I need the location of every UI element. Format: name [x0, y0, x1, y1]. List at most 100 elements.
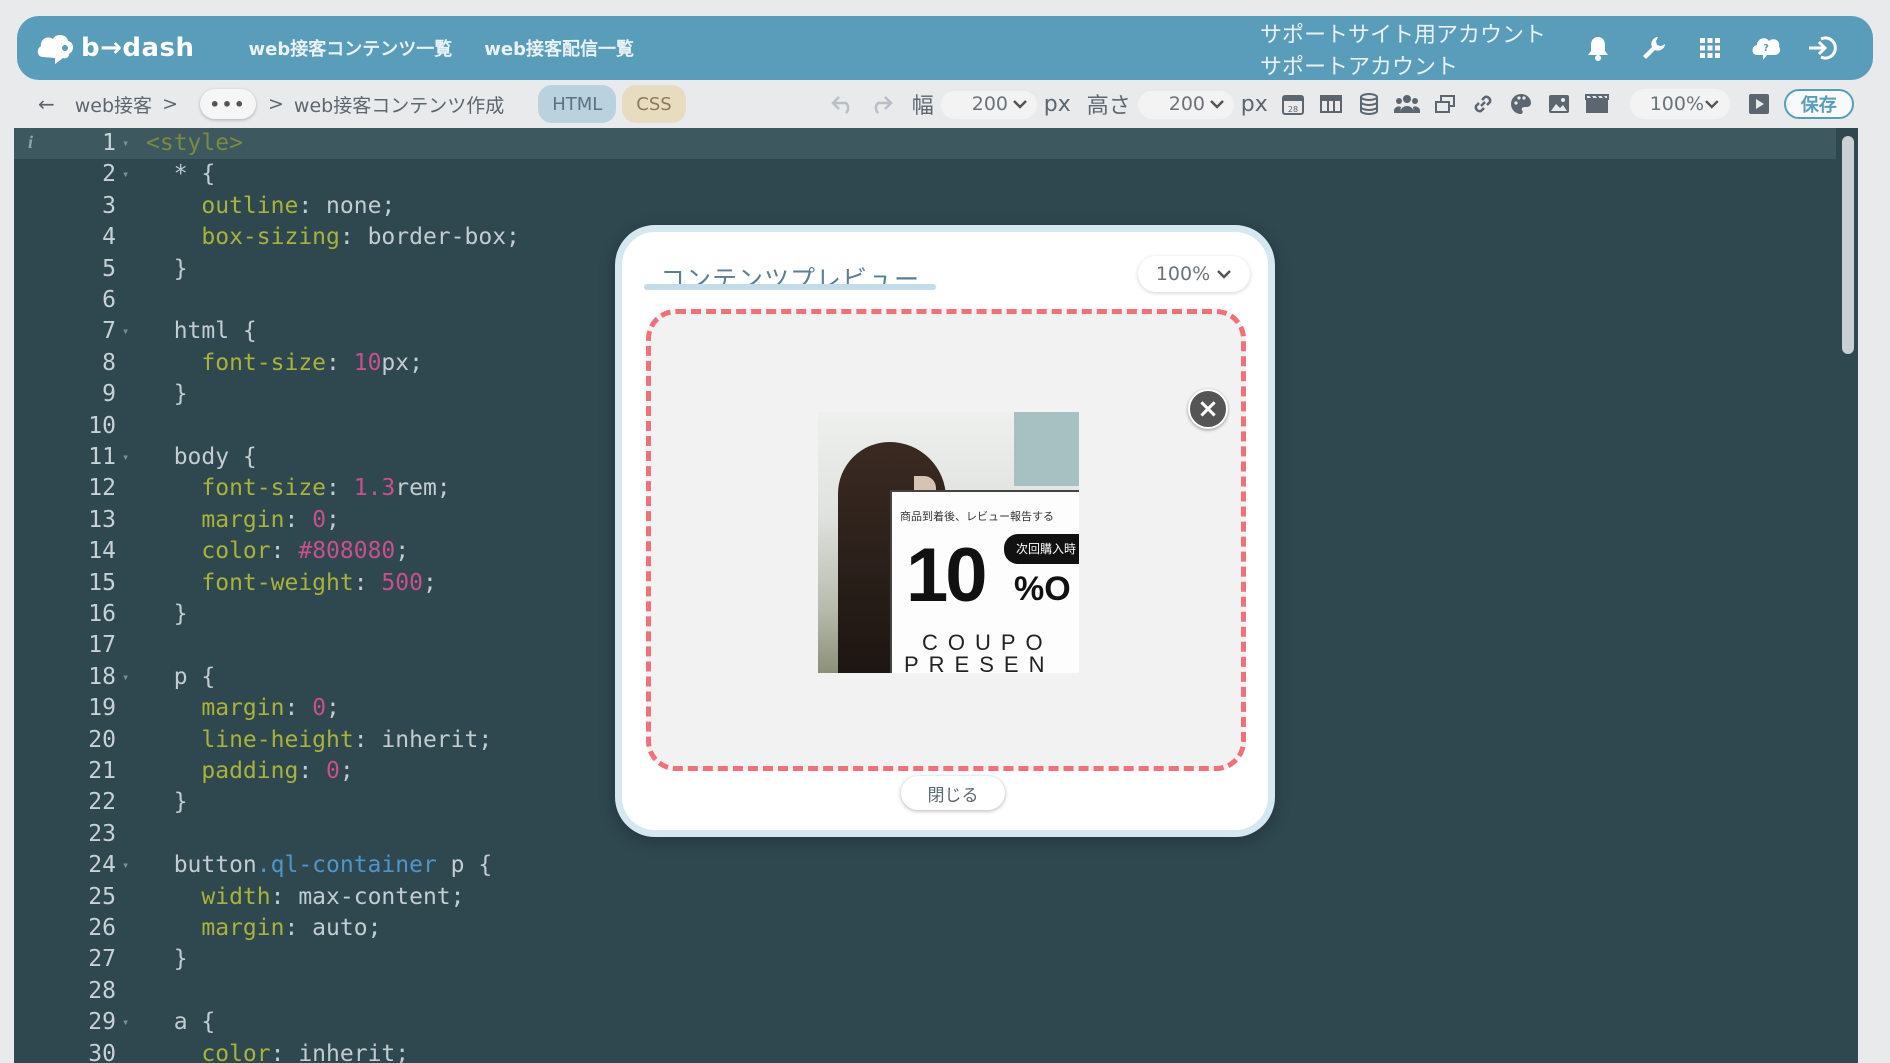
app-header: b→dash web接客コンテンツ一覧 web接客配信一覧 サポートサイト用アカ… — [17, 16, 1873, 80]
wrench-icon[interactable] — [1639, 33, 1669, 63]
fold-arrow-icon[interactable]: ▾ — [122, 442, 129, 473]
chevron-down-icon — [1705, 100, 1719, 109]
close-button[interactable]: 閉じる — [901, 776, 1005, 810]
fold-arrow-icon[interactable]: ▾ — [122, 1007, 129, 1038]
database-icon[interactable] — [1356, 91, 1382, 117]
line-number: 24 — [88, 852, 116, 879]
line-number: 26 — [88, 915, 116, 941]
code-text: } — [146, 946, 188, 973]
header-icons: ? — [1557, 16, 1837, 80]
preview-play-icon[interactable] — [1746, 91, 1772, 117]
close-icon[interactable]: × — [1188, 389, 1228, 429]
height-input[interactable]: 200 — [1136, 89, 1235, 119]
code-text: padding: 0; — [201, 758, 354, 784]
modal-zoom-select[interactable]: 100% — [1138, 256, 1250, 292]
code-text: * { — [146, 161, 216, 188]
line-number: 27 — [88, 946, 116, 973]
undo-icon[interactable] — [830, 91, 856, 117]
redo-icon[interactable] — [868, 91, 894, 117]
breadcrumb-more-button[interactable]: ••• — [199, 89, 256, 119]
fold-arrow-icon[interactable]: ▾ — [122, 850, 129, 881]
breadcrumb-current: web接客コンテンツ作成 — [293, 94, 505, 117]
link-icon[interactable] — [1470, 91, 1496, 117]
palette-icon[interactable] — [1508, 91, 1534, 117]
tab-css[interactable]: CSS — [622, 85, 686, 123]
fold-arrow-icon[interactable]: ▾ — [122, 128, 129, 159]
line-number: 30 — [88, 1040, 116, 1063]
line-number: 11 — [88, 444, 116, 470]
save-button[interactable]: 保存 — [1783, 89, 1854, 119]
code-line[interactable]: 26 margin: auto; — [14, 913, 1858, 944]
fold-arrow-icon[interactable]: ▾ — [122, 662, 129, 693]
code-line[interactable]: 1 ▾ <style> — [14, 128, 1858, 159]
calendar-icon[interactable]: 28 — [1280, 91, 1306, 117]
zoom-select[interactable]: 100% — [1629, 89, 1730, 119]
chevron-down-icon — [1012, 100, 1027, 109]
right-edge — [1874, 128, 1890, 1063]
editor-scrollbar[interactable] — [1836, 128, 1858, 1063]
breadcrumb-root[interactable]: web接客 — [75, 91, 152, 118]
code-text: } — [146, 789, 188, 816]
width-label: 幅 — [911, 94, 934, 119]
tab-html[interactable]: HTML — [538, 85, 617, 123]
fold-arrow-icon[interactable]: ▾ — [122, 316, 129, 347]
users-icon[interactable] — [1393, 91, 1420, 117]
svg-text:28: 28 — [1288, 105, 1298, 114]
line-number: 13 — [88, 506, 116, 533]
code-line[interactable]: 28 — [14, 976, 1858, 1007]
code-line[interactable]: 3 outline: none; — [14, 191, 1858, 222]
code-text: font-weight: 500; — [201, 569, 437, 596]
help-icon[interactable]: ? — [1751, 33, 1781, 63]
banner-present-text: PRESEN — [904, 652, 1055, 673]
code-text: button.ql-container p { — [146, 852, 493, 879]
line-number: 4 — [102, 224, 116, 251]
banner-small-text: 商品到着後、レビュー報告する — [900, 510, 1054, 523]
height-unit: px — [1240, 91, 1268, 117]
banner-big-number: 10 — [906, 533, 988, 618]
modal-title: コンテンツプレビュー — [660, 265, 921, 294]
window-icon[interactable] — [1432, 91, 1458, 117]
code-line[interactable]: 2 ▾ * { — [14, 159, 1858, 190]
coupon-banner-image: 商品到着後、レビュー報告する 次回購入時 10 %O COUPO PRESEN — [818, 412, 1079, 673]
code-text: } — [146, 601, 188, 627]
nav-web-content-list[interactable]: web接客コンテンツ一覧 — [249, 35, 453, 61]
code-line[interactable]: 27 } — [14, 944, 1858, 975]
image-icon[interactable] — [1546, 91, 1572, 117]
width-input[interactable]: 200 — [939, 89, 1038, 119]
line-number: 17 — [88, 632, 116, 659]
video-icon[interactable] — [1584, 91, 1610, 117]
logo[interactable]: b→dash — [35, 31, 195, 65]
line-number: 16 — [88, 601, 116, 627]
toolbar: ← web接客 > ••• > web接客コンテンツ作成 HTML CSS 幅 … — [10, 82, 1880, 126]
line-number: 21 — [88, 758, 116, 784]
grid-icon[interactable] — [1695, 33, 1725, 63]
code-text: color: #808080; — [201, 538, 410, 565]
code-line[interactable]: 24 ▾ button.ql-container p { — [14, 850, 1858, 881]
svg-text:?: ? — [1763, 43, 1769, 54]
banner-teal-block — [1014, 412, 1079, 486]
width-unit: px — [1043, 91, 1071, 117]
code-text: } — [146, 255, 188, 282]
code-text: color: inherit; — [201, 1040, 410, 1063]
code-line[interactable]: 30 color: inherit; — [14, 1039, 1858, 1063]
title-underline — [644, 284, 936, 290]
zoom-value: 100% — [1649, 93, 1705, 115]
back-arrow-icon[interactable]: ← — [38, 92, 55, 116]
line-number: 19 — [88, 695, 116, 722]
content-preview-modal: コンテンツプレビュー 100% 商品到着後、レビュー報告する 次回購入時 10 … — [615, 225, 1275, 837]
logout-icon[interactable] — [1807, 33, 1837, 63]
account-info[interactable]: サポートサイト用アカウント サポートアカウント — [1260, 20, 1546, 84]
modal-zoom-value: 100% — [1155, 263, 1211, 285]
banner-percent-text: %O — [1014, 570, 1071, 608]
nav-web-delivery-list[interactable]: web接客配信一覧 — [484, 35, 634, 61]
editor-scroll-thumb[interactable] — [1842, 136, 1854, 354]
table-icon[interactable] — [1318, 91, 1344, 117]
bell-icon[interactable] — [1583, 33, 1613, 63]
code-text: margin: 0; — [201, 506, 340, 533]
fold-arrow-icon[interactable]: ▾ — [122, 159, 129, 190]
code-line[interactable]: 25 width: max-content; — [14, 882, 1858, 913]
code-line[interactable]: 29 ▾ a { — [14, 1007, 1858, 1038]
line-number: 7 — [102, 318, 116, 345]
preview-area: 商品到着後、レビュー報告する 次回購入時 10 %O COUPO PRESEN … — [646, 309, 1246, 771]
width-value: 200 — [971, 93, 1008, 115]
